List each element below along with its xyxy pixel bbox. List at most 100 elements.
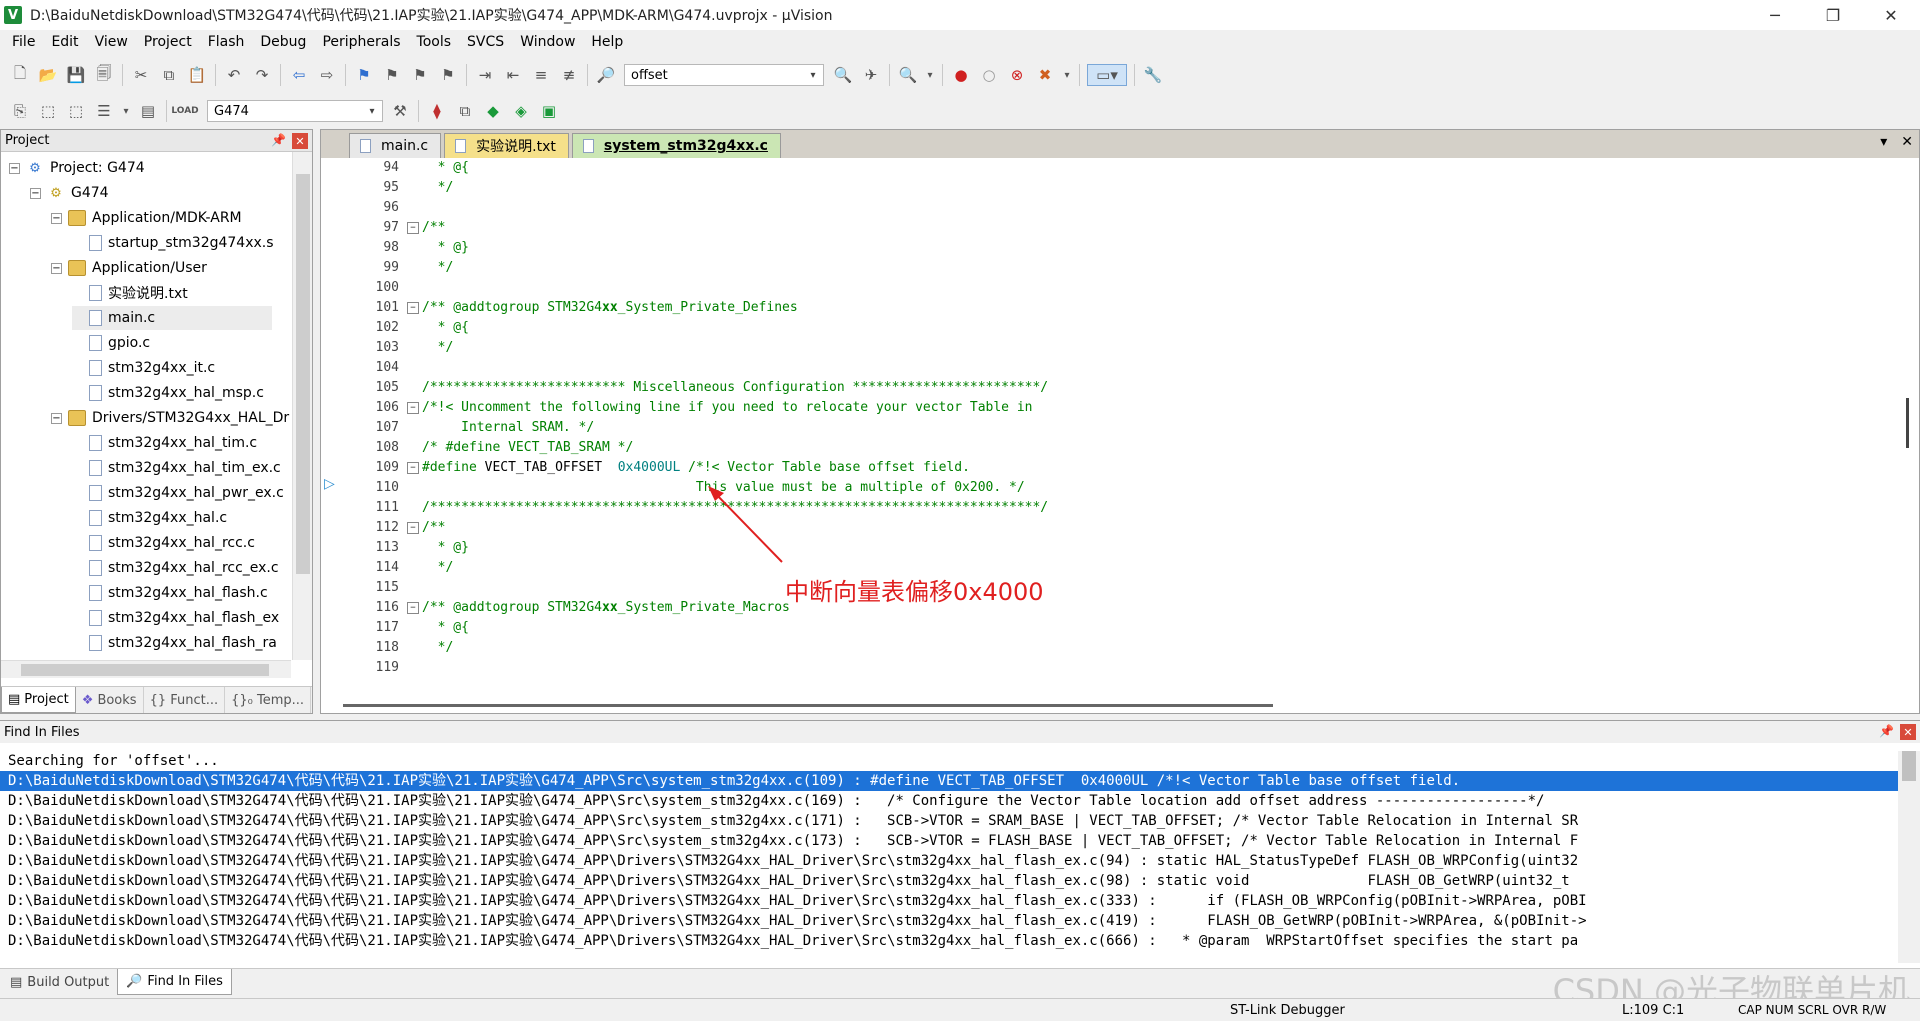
- collapse-icon[interactable]: −: [30, 187, 41, 199]
- menu-window[interactable]: Window: [512, 34, 583, 50]
- navigate-forward-icon[interactable]: ⇨: [316, 64, 338, 86]
- code-line[interactable]: 103 */: [341, 338, 1896, 358]
- insert-breakpoint-icon[interactable]: ●: [950, 64, 972, 86]
- tree-file-item[interactable]: gpio.c: [72, 331, 150, 355]
- close-button[interactable]: ✕: [1862, 0, 1920, 30]
- prev-bookmark-icon[interactable]: ⚑: [381, 64, 403, 86]
- tree-file-item[interactable]: stm32g4xx_it.c: [72, 356, 215, 380]
- find-result-row[interactable]: D:\BaiduNetdiskDownload\STM32G474\代码\代码\…: [0, 811, 1898, 831]
- download-load-icon[interactable]: LOAD: [171, 100, 198, 122]
- code-line[interactable]: 98 * @}: [341, 238, 1896, 258]
- tab-templates[interactable]: {}₀ Temp...: [225, 687, 312, 713]
- translate-icon[interactable]: ⎘: [9, 100, 31, 122]
- editor-tab[interactable]: main.c: [349, 133, 442, 158]
- target-options-icon[interactable]: ⚒: [389, 100, 411, 122]
- next-bookmark-icon[interactable]: ⚑: [409, 64, 431, 86]
- code-line[interactable]: 113 * @}: [341, 538, 1896, 558]
- tab-books[interactable]: ❖ Books: [76, 687, 144, 713]
- enable-breakpoint-icon[interactable]: ○: [978, 64, 1000, 86]
- editor-margin[interactable]: ▷: [321, 158, 341, 697]
- menu-help[interactable]: Help: [583, 34, 631, 50]
- manage-project-items-icon[interactable]: ⧫: [426, 100, 448, 122]
- build-icon[interactable]: ⬚: [37, 100, 59, 122]
- menu-debug[interactable]: Debug: [252, 34, 314, 50]
- code-line[interactable]: 107 Internal SRAM. */: [341, 418, 1896, 438]
- find-result-row[interactable]: D:\BaiduNetdiskDownload\STM32G474\代码\代码\…: [0, 791, 1898, 811]
- paste-icon[interactable]: 📋: [186, 64, 208, 86]
- find-in-files-icon[interactable]: 🔎: [595, 64, 617, 86]
- code-line[interactable]: 97−/**: [341, 218, 1896, 238]
- find-combo[interactable]: offset ▾: [624, 64, 824, 86]
- tree-folder-item[interactable]: − Application/MDK-ARM: [51, 206, 242, 230]
- select-software-packs-icon[interactable]: ▣: [538, 100, 560, 122]
- tab-find-in-files[interactable]: 🔎 Find In Files: [117, 969, 232, 995]
- find-result-row[interactable]: D:\BaiduNetdiskDownload\STM32G474\代码\代码\…: [0, 891, 1898, 911]
- find-result-row[interactable]: D:\BaiduNetdiskDownload\STM32G474\代码\代码\…: [0, 831, 1898, 851]
- minimize-button[interactable]: ─: [1746, 0, 1804, 30]
- chevron-down-icon[interactable]: ▾: [121, 100, 131, 122]
- fold-toggle-icon[interactable]: −: [407, 601, 419, 614]
- code-line[interactable]: 117 * @{: [341, 618, 1896, 638]
- code-area[interactable]: 94 * @{95 */96 97−/** 98 * @} 99 */100 101− /…: [341, 158, 1896, 697]
- save-all-icon[interactable]: 🗐: [93, 64, 115, 86]
- cut-icon[interactable]: ✂: [130, 64, 152, 86]
- debug-session-icon[interactable]: 🔍: [897, 64, 919, 86]
- menu-edit[interactable]: Edit: [43, 34, 86, 50]
- fold-toggle-icon[interactable]: −: [407, 401, 419, 414]
- tree-file-item[interactable]: stm32g4xx_hal_tim.c: [72, 431, 257, 455]
- find-result-row[interactable]: D:\BaiduNetdiskDownload\STM32G474\代码\代码\…: [0, 871, 1898, 891]
- tree-project-item[interactable]: − ⚙ Project: G474: [9, 156, 145, 180]
- code-line[interactable]: 102 * @{: [341, 318, 1896, 338]
- tree-file-item[interactable]: stm32g4xx_hal_rcc.c: [72, 531, 255, 555]
- editor-vertical-scrollbar[interactable]: [1897, 158, 1919, 697]
- tree-file-item[interactable]: main.c: [72, 306, 272, 330]
- code-line[interactable]: 112−/**: [341, 518, 1896, 538]
- stop-build-icon[interactable]: ▤: [137, 100, 159, 122]
- indent-icon[interactable]: ⇥: [474, 64, 496, 86]
- pin-icon[interactable]: 📌: [271, 133, 286, 147]
- code-line[interactable]: 116−/** @addtogroup STM32G4xx_System_Pri…: [341, 598, 1896, 618]
- chevron-down-icon[interactable]: ▾: [1062, 64, 1072, 86]
- tree-vertical-scrollbar[interactable]: [292, 152, 312, 660]
- menu-view[interactable]: View: [87, 34, 136, 50]
- tab-list-icon[interactable]: ▾: [1880, 134, 1887, 150]
- code-line[interactable]: 115: [341, 578, 1896, 598]
- code-line[interactable]: 105 /************************* Miscellane…: [341, 378, 1896, 398]
- copy-icon[interactable]: ⧉: [158, 64, 180, 86]
- menu-project[interactable]: Project: [136, 34, 200, 50]
- tree-file-item[interactable]: stm32g4xx_hal_flash_ex: [72, 606, 279, 630]
- select-packs-icon[interactable]: ⧉: [454, 100, 476, 122]
- redo-icon[interactable]: ↷: [251, 64, 273, 86]
- tab-functions[interactable]: {} Funct...: [144, 687, 226, 713]
- tree-file-item[interactable]: stm32g4xx_hal_flash_ra: [72, 631, 277, 655]
- editor-tab[interactable]: 实验说明.txt: [444, 133, 569, 158]
- window-layout-icon[interactable]: ▭▾: [1087, 64, 1127, 86]
- chevron-down-icon[interactable]: ▾: [364, 103, 380, 119]
- chevron-down-icon[interactable]: ▾: [805, 67, 821, 83]
- pin-icon[interactable]: 📌: [1879, 724, 1894, 738]
- find-result-row[interactable]: D:\BaiduNetdiskDownload\STM32G474\代码\代码\…: [0, 851, 1898, 871]
- batch-build-icon[interactable]: ☰: [93, 100, 115, 122]
- tree-folder-item[interactable]: − Application/User: [51, 256, 207, 280]
- code-line[interactable]: 94 * @{: [341, 158, 1896, 178]
- code-line[interactable]: 106−/*!< Uncomment the following line if…: [341, 398, 1896, 418]
- fold-toggle-icon[interactable]: −: [407, 461, 419, 474]
- close-icon[interactable]: ✕: [292, 133, 308, 149]
- tab-project[interactable]: ▤ Project: [1, 687, 76, 713]
- manage-rte-icon[interactable]: ◆: [482, 100, 504, 122]
- code-line[interactable]: 96: [341, 198, 1896, 218]
- code-line[interactable]: 99 */: [341, 258, 1896, 278]
- menu-tools[interactable]: Tools: [409, 34, 460, 50]
- collapse-icon[interactable]: −: [51, 262, 62, 274]
- find-result-row[interactable]: D:\BaiduNetdiskDownload\STM32G474\代码\代码\…: [0, 911, 1898, 931]
- target-select[interactable]: G474 ▾: [207, 100, 383, 122]
- chevron-down-icon[interactable]: ▾: [925, 64, 935, 86]
- browse-icon[interactable]: ✈: [860, 64, 882, 86]
- comment-icon[interactable]: ≡: [530, 64, 552, 86]
- clear-bookmarks-icon[interactable]: ⚑: [437, 64, 459, 86]
- tree-file-item[interactable]: stm32g4xx_hal_msp.c: [72, 381, 264, 405]
- menu-flash[interactable]: Flash: [200, 34, 253, 50]
- bookmark-icon[interactable]: ⚑: [353, 64, 375, 86]
- close-editor-icon[interactable]: ✕: [1901, 134, 1913, 150]
- code-line[interactable]: 114 */: [341, 558, 1896, 578]
